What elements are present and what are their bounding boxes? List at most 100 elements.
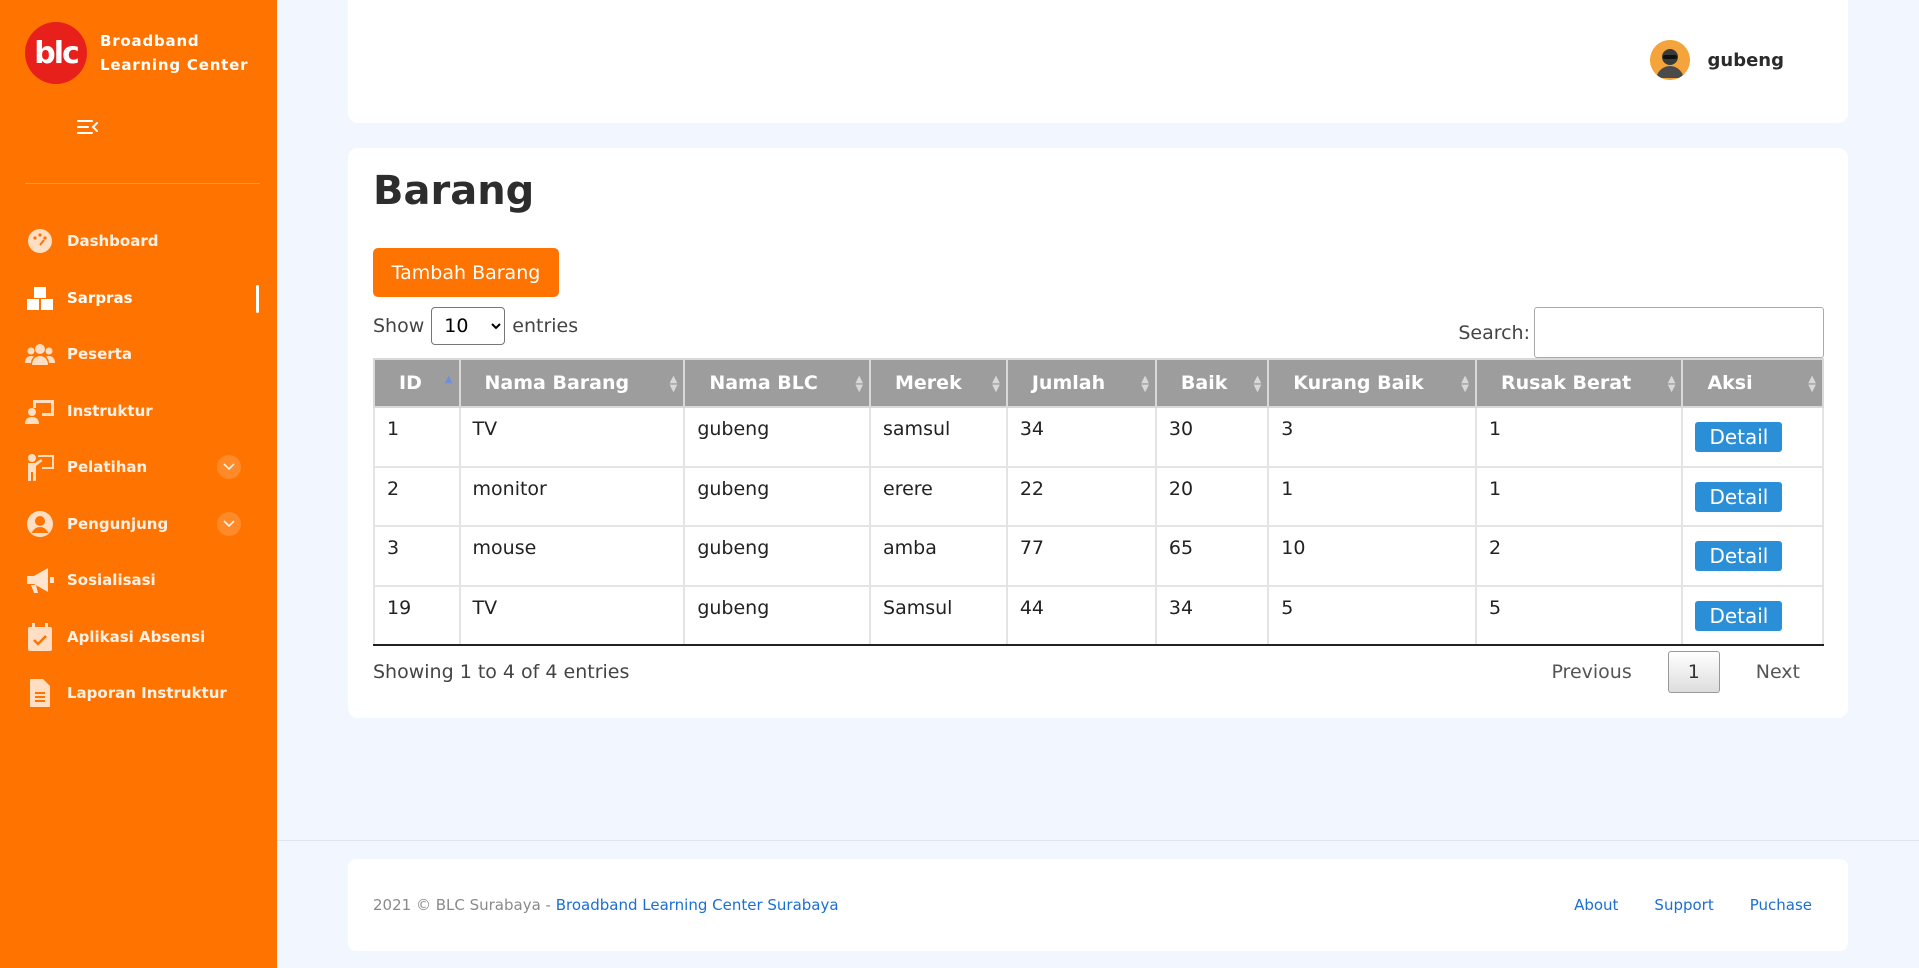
show-label: Show — [373, 315, 425, 337]
column-header-aksi[interactable]: Aksi ▲ ▼ — [1681, 358, 1824, 408]
detail-button[interactable]: Detail — [1695, 422, 1783, 452]
username: gubeng — [1707, 49, 1785, 71]
column-header-label: ID — [399, 372, 422, 394]
brand-line2: Learning Center — [100, 56, 249, 74]
column-header-label: Rusak Berat — [1500, 372, 1632, 394]
cell-baik: 65 — [1154, 525, 1270, 587]
cell-aksi: Detail — [1681, 465, 1824, 527]
boxes-icon — [25, 283, 55, 313]
chalkboard-teacher-icon — [25, 396, 55, 426]
detail-button[interactable]: Detail — [1695, 600, 1783, 631]
brand-line1: Broadband — [100, 32, 200, 50]
sidebar-toggle-icon[interactable] — [76, 117, 100, 137]
cell-baik: 30 — [1154, 406, 1270, 468]
column-header-merek[interactable]: Merek ▲ ▼ — [869, 358, 1008, 408]
cell-jumlah: 77 — [1005, 525, 1157, 587]
cell-jumlah: 34 — [1005, 406, 1157, 468]
entries-label: entries — [512, 315, 579, 337]
column-header-jumlah[interactable]: Jumlah ▲ ▼ — [1005, 358, 1157, 408]
users-icon — [25, 339, 55, 369]
pagination: Previous 1 Next — [1551, 651, 1800, 693]
sidebar-item-label: Peserta — [67, 345, 132, 364]
cell-rusak-berat: 1 — [1474, 465, 1684, 527]
sort-asc-icon: ▲ — [444, 374, 453, 385]
chevron-down-icon[interactable] — [217, 455, 241, 480]
detail-button[interactable]: Detail — [1695, 541, 1783, 571]
about-link[interactable]: About — [1574, 896, 1618, 914]
sidebar-item-sarpras[interactable]: Sarpras — [0, 270, 277, 327]
megaphone-icon — [25, 565, 55, 595]
column-header-kurang-baik[interactable]: Kurang Baik ▲ ▼ — [1267, 358, 1477, 408]
footer: 2021 © BLC Surabaya - Broadband Learning… — [348, 859, 1848, 951]
support-link[interactable]: Support — [1654, 896, 1713, 914]
brand-name: Broadband Learning Center — [100, 29, 248, 77]
detail-button[interactable]: Detail — [1695, 481, 1783, 512]
sidebar: blc Broadband Learning Center Dashboard … — [0, 0, 277, 968]
chevron-down-icon[interactable] — [217, 511, 241, 536]
cell-kurang-baik: 1 — [1267, 465, 1477, 527]
column-header-nama-barang[interactable]: Nama Barang ▲ ▼ — [458, 358, 686, 408]
previous-page-button[interactable]: Previous — [1551, 661, 1631, 683]
cell-aksi: Detail — [1681, 406, 1824, 468]
cell-jumlah: 44 — [1005, 584, 1157, 646]
sort-icon: ▲ ▼ — [1808, 374, 1816, 394]
footer-links: About Support Puchase — [1538, 896, 1812, 914]
next-page-button[interactable]: Next — [1756, 661, 1800, 683]
brand[interactable]: blc Broadband Learning Center — [25, 22, 248, 84]
table-row: 3 mouse gubeng amba 77 65 10 2 Detail — [373, 525, 1824, 587]
table-header-row: ID ▲ Nama Barang ▲ ▼ Nama BLC ▲ ▼ Merek ▲ ▼ Jum… — [373, 358, 1824, 408]
column-header-id[interactable]: ID ▲ — [373, 358, 461, 408]
cell-nama-blc: gubeng — [683, 525, 872, 587]
column-header-baik[interactable]: Baik ▲ ▼ — [1154, 358, 1270, 408]
cell-baik: 20 — [1154, 465, 1270, 527]
cell-merek: Samsul — [869, 584, 1008, 646]
blc-logo: blc — [25, 22, 87, 84]
sidebar-item-pelatihan[interactable]: Pelatihan — [0, 439, 277, 496]
cell-nama-barang: mouse — [458, 525, 686, 587]
cell-nama-barang: TV — [458, 584, 686, 646]
sort-icon: ▲ ▼ — [669, 374, 678, 394]
sidebar-item-label: Sarpras — [67, 288, 133, 307]
cell-nama-blc: gubeng — [683, 406, 872, 468]
column-header-rusak-berat[interactable]: Rusak Berat ▲ ▼ — [1474, 358, 1684, 408]
sidebar-item-instruktur[interactable]: Instruktur — [0, 383, 277, 440]
sidebar-item-sosialisasi[interactable]: Sosialisasi — [0, 552, 277, 609]
cell-id: 19 — [373, 584, 461, 646]
column-header-label: Aksi — [1707, 372, 1753, 394]
barang-table: ID ▲ Nama Barang ▲ ▼ Nama BLC ▲ ▼ Merek ▲ ▼ Jum… — [373, 358, 1824, 646]
column-header-label: Nama BLC — [709, 372, 818, 394]
cell-rusak-berat: 1 — [1474, 406, 1684, 468]
avatar — [1649, 40, 1690, 80]
cell-kurang-baik: 10 — [1267, 525, 1477, 587]
cell-merek: erere — [869, 465, 1008, 527]
cell-nama-barang: monitor — [458, 465, 686, 527]
sidebar-item-dashboard[interactable]: Dashboard — [0, 213, 277, 270]
add-item-button[interactable]: Tambah Barang — [373, 248, 559, 297]
column-header-label: Jumlah — [1031, 372, 1106, 394]
cell-jumlah: 22 — [1005, 465, 1157, 527]
column-header-nama-blc[interactable]: Nama BLC ▲ ▼ — [683, 358, 872, 408]
brand-link[interactable]: Broadband Learning Center Surabaya — [556, 896, 839, 914]
presentation-icon — [25, 452, 55, 482]
cell-rusak-berat: 2 — [1474, 525, 1684, 587]
sidebar-item-laporan-instruktur[interactable]: Laporan Instruktur — [0, 665, 277, 722]
sidebar-item-label: Pengunjung — [67, 514, 169, 533]
sidebar-item-pengunjung[interactable]: Pengunjung — [0, 496, 277, 553]
top-header: gubeng — [348, 0, 1848, 123]
file-text-icon — [25, 678, 55, 708]
sidebar-item-label: Instruktur — [67, 401, 153, 420]
cell-rusak-berat: 5 — [1474, 584, 1684, 646]
search-input[interactable] — [1534, 307, 1824, 358]
page-length-select[interactable]: 10 25 50 100 — [431, 307, 506, 345]
page-1-button[interactable]: 1 — [1667, 651, 1720, 693]
sort-icon: ▲ ▼ — [1253, 374, 1262, 394]
copyright: 2021 © BLC Surabaya - Broadband Learning… — [373, 896, 839, 914]
purchase-link[interactable]: Puchase — [1750, 896, 1812, 914]
copyright-text: 2021 © BLC Surabaya - — [373, 896, 556, 914]
user-circle-icon — [25, 509, 55, 539]
sidebar-item-label: Pelatihan — [67, 458, 148, 477]
sidebar-item-aplikasi-absensi[interactable]: Aplikasi Absensi — [0, 609, 277, 666]
sidebar-item-peserta[interactable]: Peserta — [0, 326, 277, 383]
column-header-label: Kurang Baik — [1293, 372, 1424, 394]
user-menu[interactable]: gubeng — [1649, 40, 1785, 80]
